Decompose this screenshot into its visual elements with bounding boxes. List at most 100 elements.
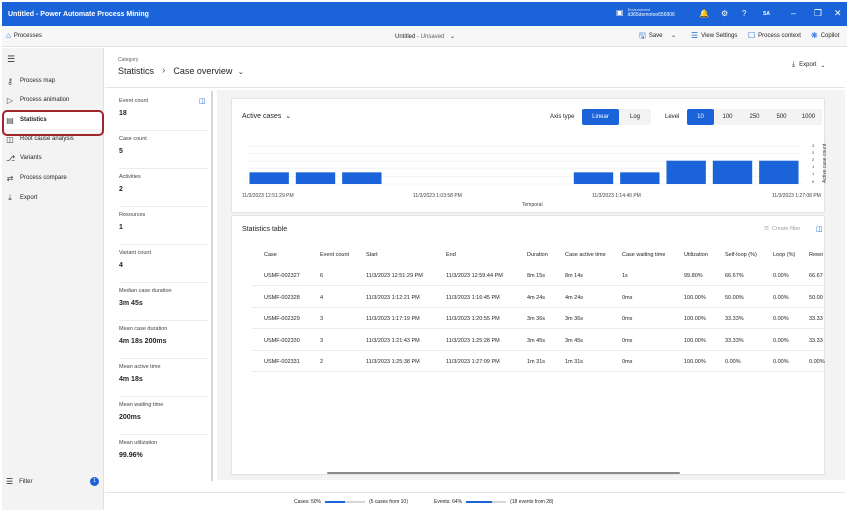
- table-row[interactable]: USMF-002328 4 11/3/2023 1:12:21 PM 11/3/202…: [252, 287, 826, 308]
- table-cell: 11/3/2023 1:27:09 PM: [446, 359, 500, 365]
- column-header[interactable]: Case: [264, 252, 277, 258]
- minimize-icon[interactable]: –: [791, 8, 796, 19]
- save-button[interactable]: 🖫 Save: [639, 32, 663, 40]
- avatar[interactable]: SA: [763, 11, 770, 17]
- x-tick-label: 11/3/2023 1:03:58 PM: [413, 193, 462, 199]
- page-header: Category Statistics › Case overview ⌄ ⤓ …: [105, 48, 845, 88]
- environment-value: d365demotoo656906: [627, 12, 675, 18]
- metric-value: 3m 45s: [119, 300, 143, 307]
- document-title[interactable]: Untitled - Unsaved ⌄: [395, 33, 455, 40]
- chart-bar[interactable]: [573, 172, 614, 184]
- chart-bar[interactable]: [620, 172, 660, 184]
- nav-label: Process compare: [20, 175, 67, 181]
- statistics-table-card: Statistics table ☰ Create filter ◫ Case E…: [231, 215, 826, 475]
- nav-label: Variants: [20, 155, 42, 161]
- close-icon[interactable]: ✕: [834, 8, 842, 19]
- chevron-right-icon: ›: [162, 65, 166, 76]
- cases-detail: (5 cases from 10): [368, 499, 408, 505]
- nav-item-variants[interactable]: ⎇ Variants: [2, 149, 104, 167]
- table-cell: 0.00%: [725, 359, 741, 365]
- bell-icon[interactable]: 🔔: [699, 9, 709, 19]
- gear-icon[interactable]: ⚙: [721, 9, 728, 19]
- help-icon[interactable]: ?: [742, 9, 746, 19]
- filter-button[interactable]: ☰ Filter: [6, 477, 33, 486]
- cases-label: Cases: 50%: [294, 499, 321, 505]
- table-cell: 3: [320, 337, 324, 344]
- process-context-button[interactable]: ☐ Process context: [748, 32, 801, 40]
- table-row[interactable]: USMF-002329 3 11/3/2023 1:17:19 PM 11/3/202…: [252, 308, 826, 329]
- variants-icon: ⎇: [6, 153, 16, 163]
- view-selector[interactable]: Case overview ⌄: [173, 66, 243, 76]
- save-dropdown-button[interactable]: ⌄: [671, 32, 676, 39]
- title-bar: Untitled - Power Automate Process Mining…: [2, 2, 847, 26]
- column-header[interactable]: Case waiting time: [622, 252, 665, 258]
- table-row[interactable]: USMF-002327 6 11/3/2023 12:51:29 PM 11/3/20…: [252, 265, 826, 286]
- column-header[interactable]: Loop (%): [773, 252, 795, 258]
- nav-item-process-map[interactable]: ⚷ Process map: [2, 72, 104, 90]
- table-cell: 33.33%: [725, 316, 744, 322]
- copilot-button[interactable]: ❋ Copilot: [811, 32, 839, 40]
- metric-item: Mean waiting time 200ms: [119, 402, 163, 421]
- process-map-icon: ⚷: [7, 76, 13, 86]
- horizontal-scrollbar[interactable]: [327, 472, 680, 474]
- x-tick-label: 11/3/2023 1:27:08 PM: [772, 193, 821, 199]
- processes-label: Processes: [13, 33, 42, 39]
- nav-item-process-animation[interactable]: ▷ Process animation: [2, 91, 104, 109]
- column-header[interactable]: Duration: [527, 252, 548, 258]
- table-cell: 0ms: [622, 316, 633, 322]
- filter-label: Filter: [19, 478, 33, 485]
- hamburger-menu-icon[interactable]: ☰: [7, 54, 15, 65]
- chart-bar[interactable]: [342, 172, 382, 184]
- column-header[interactable]: Utilization: [684, 252, 708, 258]
- metric-item: Variant count 4: [119, 250, 151, 269]
- restore-icon[interactable]: ❐: [814, 8, 822, 19]
- filter-icon: ☰: [764, 226, 769, 232]
- column-header[interactable]: Start: [366, 252, 378, 258]
- view-settings-button[interactable]: ☰ View Settings: [691, 32, 737, 40]
- metric-divider: [119, 244, 209, 245]
- table-cell: 2: [320, 359, 324, 365]
- table-cell: 3m 45s: [527, 337, 546, 344]
- column-header[interactable]: Event count: [320, 252, 349, 258]
- metric-item: Event count 18: [119, 98, 148, 117]
- nav-item-export[interactable]: ⤓ Export: [2, 189, 104, 207]
- create-filter-button[interactable]: ☰ Create filter: [764, 226, 800, 232]
- events-detail: (18 events from 28): [510, 499, 554, 505]
- environment-picker[interactable]: ▣ Environment d365demotoo656906: [616, 7, 675, 18]
- metric-value: 5: [119, 148, 123, 155]
- column-header[interactable]: Self-loop (%): [725, 252, 757, 258]
- column-header[interactable]: Rewo: [809, 252, 823, 258]
- chart-bar[interactable]: [249, 172, 289, 184]
- chart-bar[interactable]: [666, 160, 706, 184]
- command-bar: ⌂ Processes Untitled - Unsaved ⌄ 🖫 Save …: [2, 26, 847, 47]
- y-tick-label: 3: [812, 143, 815, 148]
- nav-item-process-compare[interactable]: ⇄ Process compare: [2, 169, 104, 187]
- chart-bar[interactable]: [712, 160, 753, 184]
- metric-divider: [119, 396, 209, 397]
- chart-bar[interactable]: [759, 160, 799, 184]
- metric-divider: [119, 282, 209, 283]
- nav-label: Root cause analysis: [20, 136, 74, 142]
- y-tick-label: 2: [812, 150, 815, 155]
- table-row[interactable]: USMF-002331 2 11/3/2023 1:25:38 PM 11/3/202…: [252, 351, 826, 372]
- chart-bar[interactable]: [295, 172, 336, 184]
- settings-view-icon: ☰: [691, 31, 699, 40]
- columns-icon[interactable]: ◫: [199, 97, 206, 105]
- processes-link[interactable]: ⌂ Processes: [6, 32, 42, 40]
- metric-label: Resources: [119, 212, 146, 218]
- table-cell: USMF-002327: [264, 273, 300, 279]
- metric-label: Case count: [119, 136, 147, 142]
- column-header[interactable]: Case active time: [565, 252, 606, 258]
- x-tick-label: 11/3/2023 1:14:40 PM: [592, 193, 641, 199]
- metric-divider: [119, 320, 209, 321]
- chevron-down-icon: ⌄: [671, 33, 677, 39]
- table-cell: USMF-002331: [264, 359, 300, 365]
- column-header[interactable]: End: [446, 252, 456, 258]
- export-button[interactable]: ⤓ Export ⌄: [792, 61, 825, 69]
- breadcrumb-category[interactable]: Statistics: [118, 66, 154, 76]
- columns-icon[interactable]: ◫: [816, 225, 823, 233]
- table-cell: 50.00%: [725, 294, 744, 301]
- table-row[interactable]: USMF-002330 3 11/3/2023 1:21:43 PM 11/3/202…: [252, 330, 826, 351]
- table-title: Statistics table: [242, 226, 288, 233]
- nav-label: Export: [20, 195, 38, 201]
